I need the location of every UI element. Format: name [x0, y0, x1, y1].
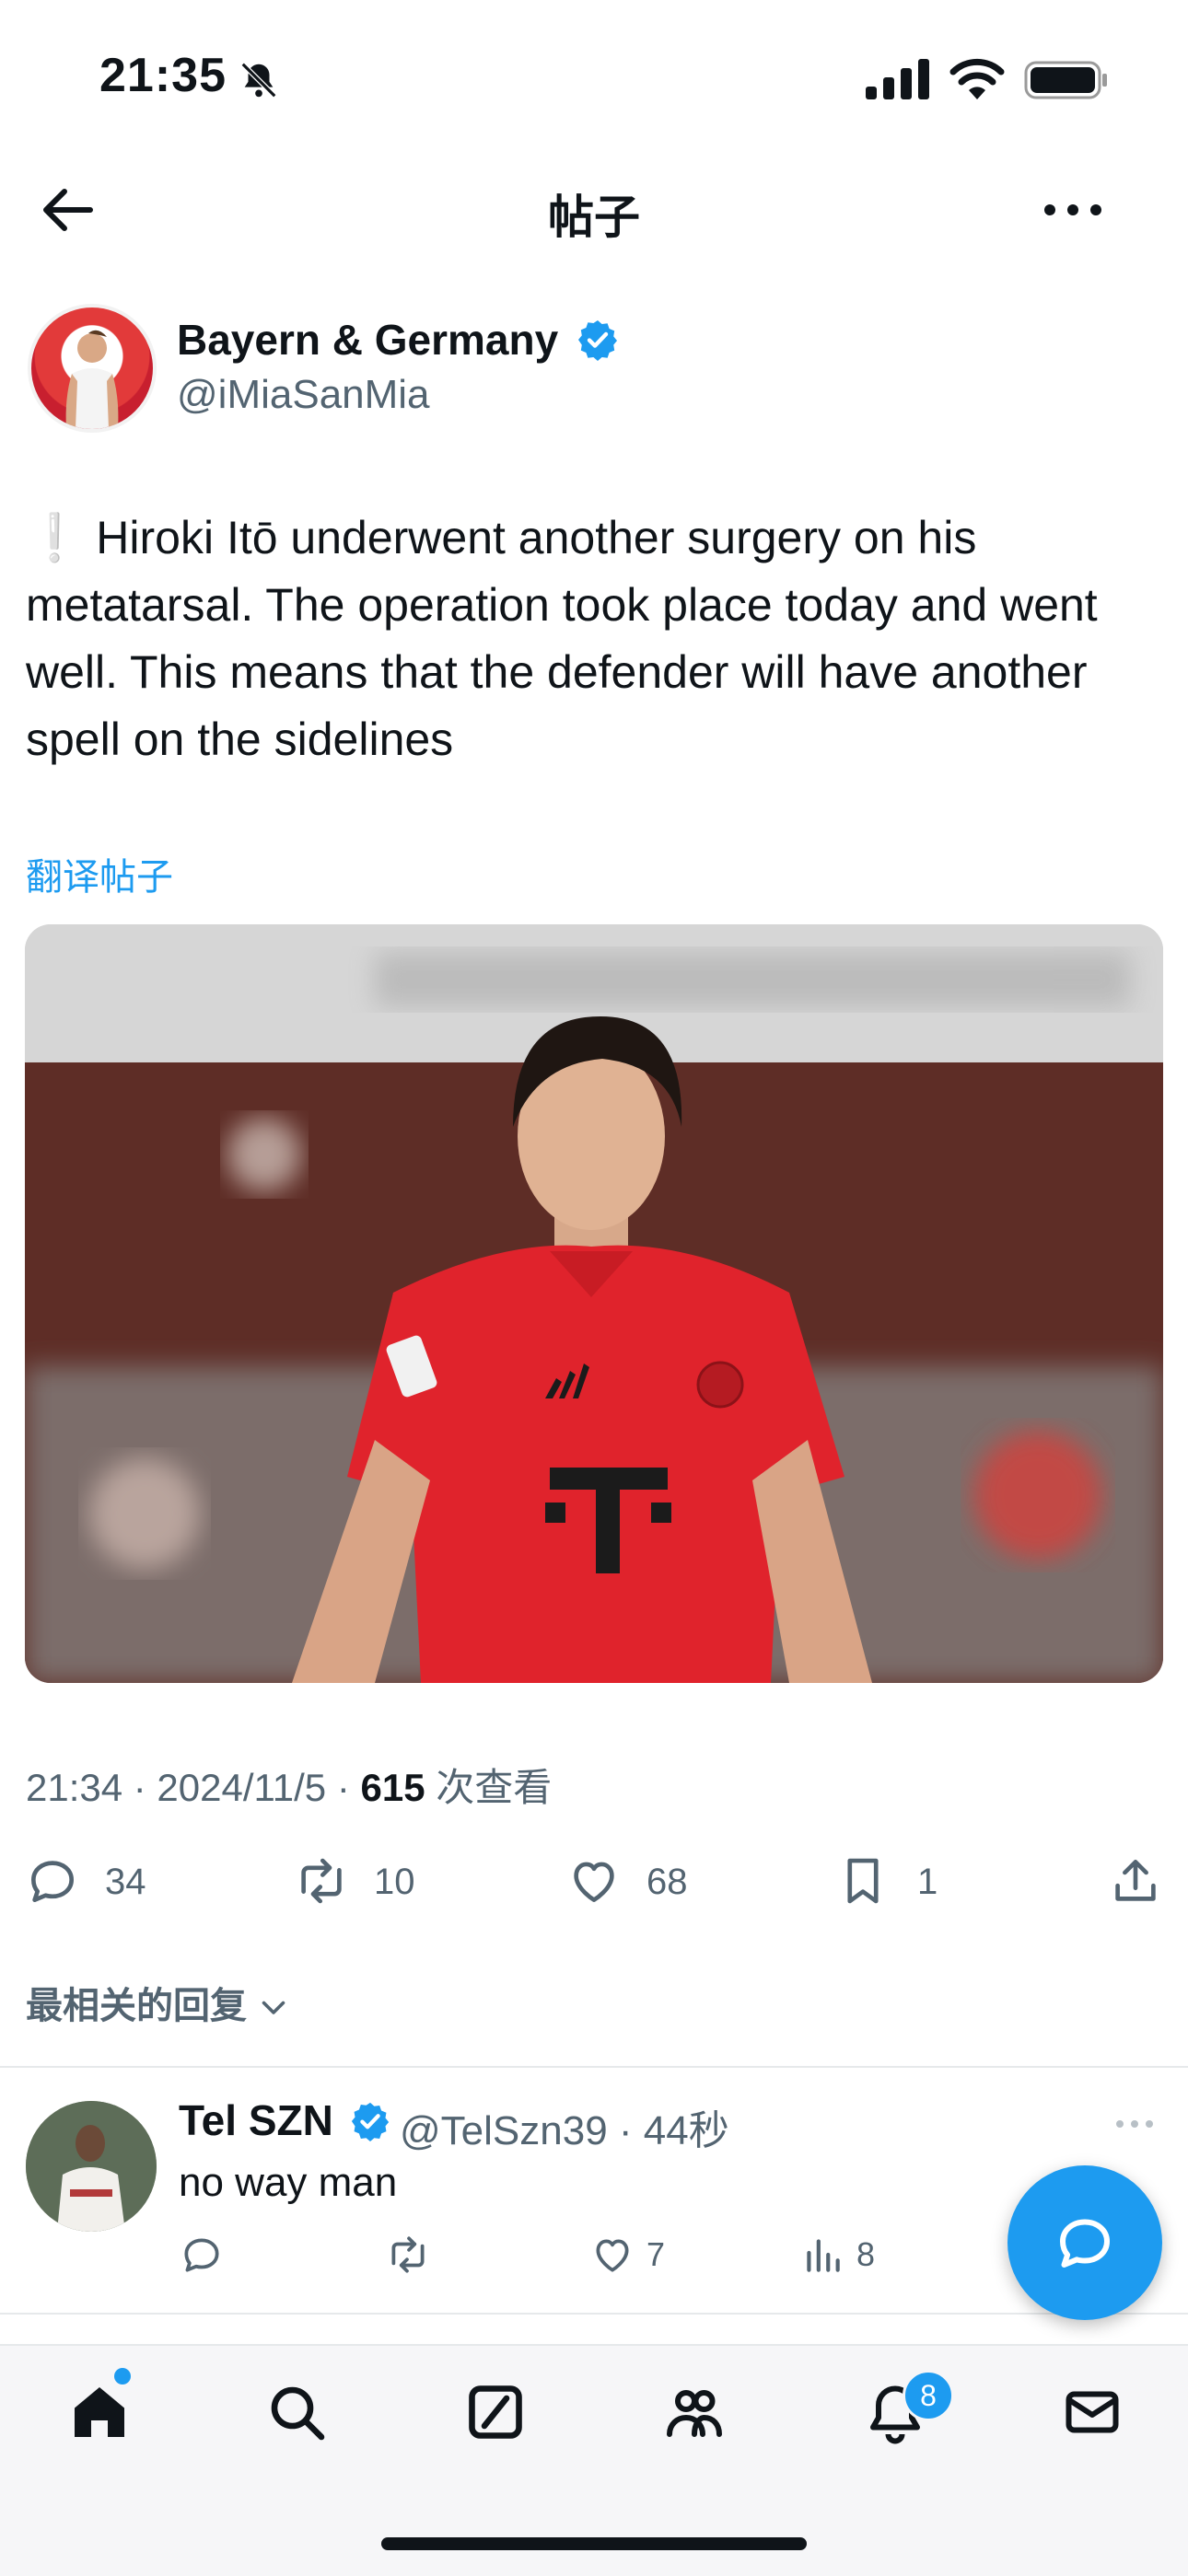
home-unread-dot [114, 2368, 131, 2385]
reply-repost-icon[interactable] [385, 2232, 431, 2278]
author-avatar[interactable] [28, 304, 157, 433]
bell-slash-icon [240, 62, 277, 99]
reply-views-icon[interactable] [799, 2232, 845, 2278]
author-name[interactable]: Bayern & Germany [177, 315, 620, 365]
chevron-down-icon [262, 2001, 285, 2014]
verified-badge-icon [577, 320, 617, 361]
verified-badge-icon [351, 2102, 389, 2142]
grok-icon[interactable] [462, 2379, 529, 2445]
bookmark-icon[interactable] [834, 1852, 891, 1909]
post-timestamp: 21:34 · 2024/11/5 · [26, 1766, 361, 1809]
home-icon[interactable] [66, 2379, 133, 2445]
home-indicator[interactable] [381, 2537, 807, 2550]
bookmark-count: 1 [917, 1862, 938, 1902]
reply-like-count: 7 [646, 2235, 666, 2273]
reply-author-name-text[interactable]: Tel SZN [179, 2096, 333, 2144]
reply-count: 34 [105, 1862, 146, 1902]
reply-avatar-figure [26, 2101, 157, 2232]
battery-icon [1024, 61, 1107, 99]
like-count: 68 [646, 1862, 688, 1902]
reply-text: no way man [179, 2160, 398, 2205]
post-meta: 21:34 · 2024/11/5 · 615 次查看 [26, 1757, 552, 1813]
replies-sort-dropdown[interactable]: 最相关的回复 [26, 1976, 290, 2029]
reply-fab-button[interactable] [1007, 2165, 1162, 2320]
notifications-badge: 8 [903, 2370, 954, 2421]
like-icon[interactable] [565, 1852, 623, 1909]
exclamation-icon: ❕ [26, 512, 84, 563]
author-name-text[interactable]: Bayern & Germany [177, 316, 558, 364]
translate-post-link[interactable]: 翻译帖子 [26, 847, 173, 900]
reply-views-count: 8 [856, 2235, 876, 2273]
repost-count: 10 [374, 1862, 415, 1902]
share-icon[interactable] [1107, 1852, 1164, 1909]
communities-icon[interactable] [661, 2379, 728, 2445]
compose-reply-icon [1060, 2219, 1110, 2268]
reply-comment-icon[interactable] [179, 2232, 225, 2278]
divider [0, 2066, 1188, 2068]
repost-icon[interactable] [293, 1852, 350, 1909]
reply-handle-time[interactable]: @TelSzn39 · 44秒 [400, 2097, 729, 2156]
replies-sort-label[interactable]: 最相关的回复 [26, 1986, 247, 2026]
views-label: 次查看 [425, 1766, 553, 1809]
wifi-icon [949, 58, 1005, 99]
reply-icon[interactable] [24, 1852, 81, 1909]
messages-icon[interactable] [1059, 2379, 1125, 2445]
more-horizontal-icon[interactable] [1041, 191, 1105, 228]
signal-icon [866, 59, 929, 99]
post-text: ❕ Hiroki Itō underwent another surgery on… [26, 505, 1159, 773]
divider [0, 2313, 1188, 2315]
reply-avatar[interactable] [26, 2101, 157, 2232]
post-image[interactable] [25, 924, 1163, 1683]
views-count: 615 [360, 1766, 425, 1809]
post-body: Hiroki Itō underwent another surgery on … [26, 512, 1098, 765]
page-title: 帖子 [548, 191, 640, 243]
player-photo [25, 924, 1163, 1683]
author-handle[interactable]: @iMiaSanMia [177, 372, 430, 418]
reply-like-icon[interactable] [589, 2232, 635, 2278]
reply-more-icon[interactable] [1114, 2118, 1155, 2130]
avatar-figure [65, 330, 119, 429]
status-time: 21:35 [99, 49, 227, 102]
search-icon[interactable] [263, 2379, 330, 2445]
reply-author-name[interactable]: Tel SZN [179, 2095, 391, 2145]
